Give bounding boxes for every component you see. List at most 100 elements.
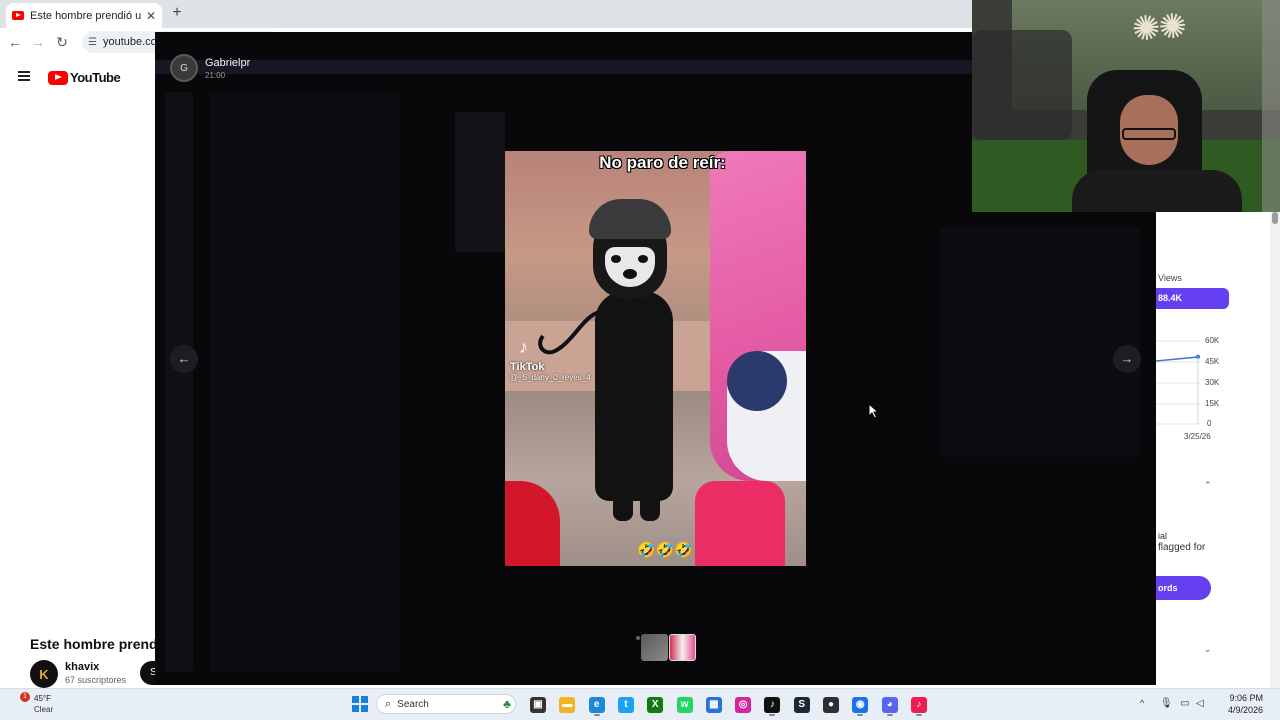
- y-tick-label: 15K: [1205, 399, 1220, 408]
- video-title: Este hombre prendió: [30, 636, 171, 652]
- back-button[interactable]: ←: [7, 34, 23, 50]
- webcam-lamp: [1262, 0, 1280, 212]
- youtube-play-icon: [48, 70, 68, 85]
- tab-close-icon[interactable]: ✕: [146, 9, 156, 23]
- webcam-feed: ✺✺: [972, 0, 1280, 212]
- store-icon[interactable]: ▦: [705, 697, 722, 713]
- media-thumbnail[interactable]: [641, 634, 668, 661]
- video-eye: [638, 255, 648, 263]
- weather-condition[interactable]: Clear: [34, 705, 53, 714]
- uploader-name[interactable]: Gabrielpr: [205, 57, 250, 69]
- webcam-bikes: [972, 30, 1072, 140]
- page-scrollbar[interactable]: [1270, 212, 1280, 688]
- video-player[interactable]: No paro de reír: ♪ TikTok @_5_dany_0_rey…: [505, 151, 806, 566]
- scrollbar-thumb[interactable]: [1272, 212, 1278, 224]
- search-icon: ⌕: [385, 697, 392, 710]
- channel-subscriber-count: 67 suscriptores: [65, 675, 127, 685]
- search-placeholder: Search: [397, 698, 429, 710]
- youtube-logo[interactable]: YouTube: [48, 70, 121, 85]
- previous-media-button[interactable]: ←: [170, 345, 198, 373]
- xbox-icon[interactable]: X: [647, 697, 664, 713]
- running-app-indicator: [915, 714, 922, 716]
- upload-timestamp: 21:00: [205, 71, 226, 80]
- video-child-body: [595, 291, 673, 501]
- new-tab-button[interactable]: +: [168, 4, 186, 22]
- start-button[interactable]: [352, 696, 368, 712]
- network-icon[interactable]: ▭: [1180, 698, 1189, 709]
- browser-tab[interactable]: Este hombre prendió un almac ✕: [6, 3, 162, 28]
- video-eye: [611, 255, 621, 263]
- tray-overflow-icon[interactable]: ^: [1140, 698, 1144, 708]
- channel-name[interactable]: khavix: [65, 661, 99, 673]
- clock-time[interactable]: 9:06 PM: [1223, 693, 1263, 703]
- collapse-chevron-icon[interactable]: ⌃: [1204, 480, 1212, 491]
- webcam-person-shirt: [1072, 170, 1242, 212]
- next-media-button[interactable]: →: [1113, 345, 1141, 373]
- analytics-panel: [1156, 212, 1280, 688]
- volume-icon[interactable]: ◁: [1196, 698, 1204, 709]
- ghost-media: [455, 112, 505, 252]
- video-emojis: 🤣🤣🤣: [637, 542, 694, 559]
- video-leg: [640, 496, 660, 521]
- expand-chevron-icon[interactable]: ⌄: [1204, 644, 1212, 655]
- tiktok-handle: @_5_dany_0_reyes_4: [510, 373, 591, 382]
- policy-text-1: ial: [1158, 531, 1168, 541]
- weather-alert-badge[interactable]: 1: [20, 692, 30, 702]
- y-tick-label: 45K: [1205, 357, 1220, 366]
- edge-icon[interactable]: e: [588, 697, 605, 713]
- windows-taskbar: [0, 688, 1280, 720]
- uploader-avatar[interactable]: G: [170, 54, 198, 82]
- search-highlight-icon: ♣: [503, 697, 511, 711]
- tiktok-logo-icon: ♪: [519, 337, 528, 357]
- webcam-person-glasses: [1122, 128, 1176, 140]
- windows-logo-icon: [361, 696, 368, 703]
- video-leg: [613, 496, 633, 521]
- discord-icon[interactable]: ◕: [881, 697, 898, 713]
- records-button[interactable]: ords: [1156, 576, 1211, 600]
- webcam-graffiti: ✺✺: [1130, 6, 1187, 50]
- tab-title: Este hombre prendió un almac: [30, 9, 142, 22]
- video-child-hair: [589, 199, 671, 239]
- clock-date[interactable]: 4/9/2026: [1217, 705, 1263, 715]
- obs-icon[interactable]: ●: [823, 697, 839, 713]
- running-app-indicator: [769, 714, 776, 716]
- windows-logo-icon: [352, 705, 359, 712]
- video-nose: [623, 269, 637, 279]
- media-thumbnail-selected[interactable]: [669, 634, 696, 661]
- reload-button[interactable]: ↻: [54, 34, 70, 51]
- menu-icon[interactable]: [18, 71, 30, 81]
- mouse-cursor-icon: [868, 403, 880, 419]
- running-app-indicator: [857, 714, 864, 716]
- windows-logo-icon: [352, 696, 359, 703]
- youtube-favicon-icon: [12, 11, 24, 20]
- file-explorer-icon[interactable]: ▬: [559, 697, 576, 713]
- views-value-badge[interactable]: 88.4K: [1156, 288, 1229, 309]
- ghost-server-list: [165, 92, 193, 672]
- channel-avatar[interactable]: K: [30, 660, 58, 688]
- steam-icon[interactable]: S: [793, 697, 810, 713]
- task-view-icon[interactable]: ▣: [530, 697, 546, 713]
- microphone-icon[interactable]: 🎙: [1160, 698, 1173, 709]
- instagram-icon[interactable]: ◎: [735, 697, 752, 713]
- site-settings-icon[interactable]: ☰: [88, 37, 97, 48]
- forward-button[interactable]: →: [30, 34, 46, 50]
- whatsapp-icon[interactable]: w: [676, 697, 693, 713]
- thumbnail-indicator: ·: [615, 645, 618, 652]
- chrome-icon[interactable]: ◉: [852, 697, 869, 713]
- running-app-indicator: [886, 714, 893, 716]
- running-app-indicator: [593, 714, 600, 716]
- windows-logo-icon: [361, 705, 368, 712]
- y-tick-label: 30K: [1205, 378, 1220, 387]
- x-axis-date: 3/25/26: [1184, 432, 1211, 441]
- twitter-icon[interactable]: t: [617, 697, 634, 713]
- tiktok-icon[interactable]: ♪: [764, 697, 781, 713]
- tiktok-studio-icon[interactable]: ♪: [910, 697, 927, 713]
- video-caption: No paro de reír:: [599, 153, 726, 172]
- thumbnail-dot: [636, 636, 640, 640]
- youtube-logo-text: YouTube: [70, 70, 121, 85]
- ghost-channel-list: [210, 92, 400, 672]
- taskbar-search[interactable]: ⌕ Search ♣: [376, 694, 516, 714]
- video-pink-object: [695, 481, 785, 566]
- views-mini-chart: [1156, 340, 1201, 425]
- weather-temperature[interactable]: 45°F: [34, 694, 51, 703]
